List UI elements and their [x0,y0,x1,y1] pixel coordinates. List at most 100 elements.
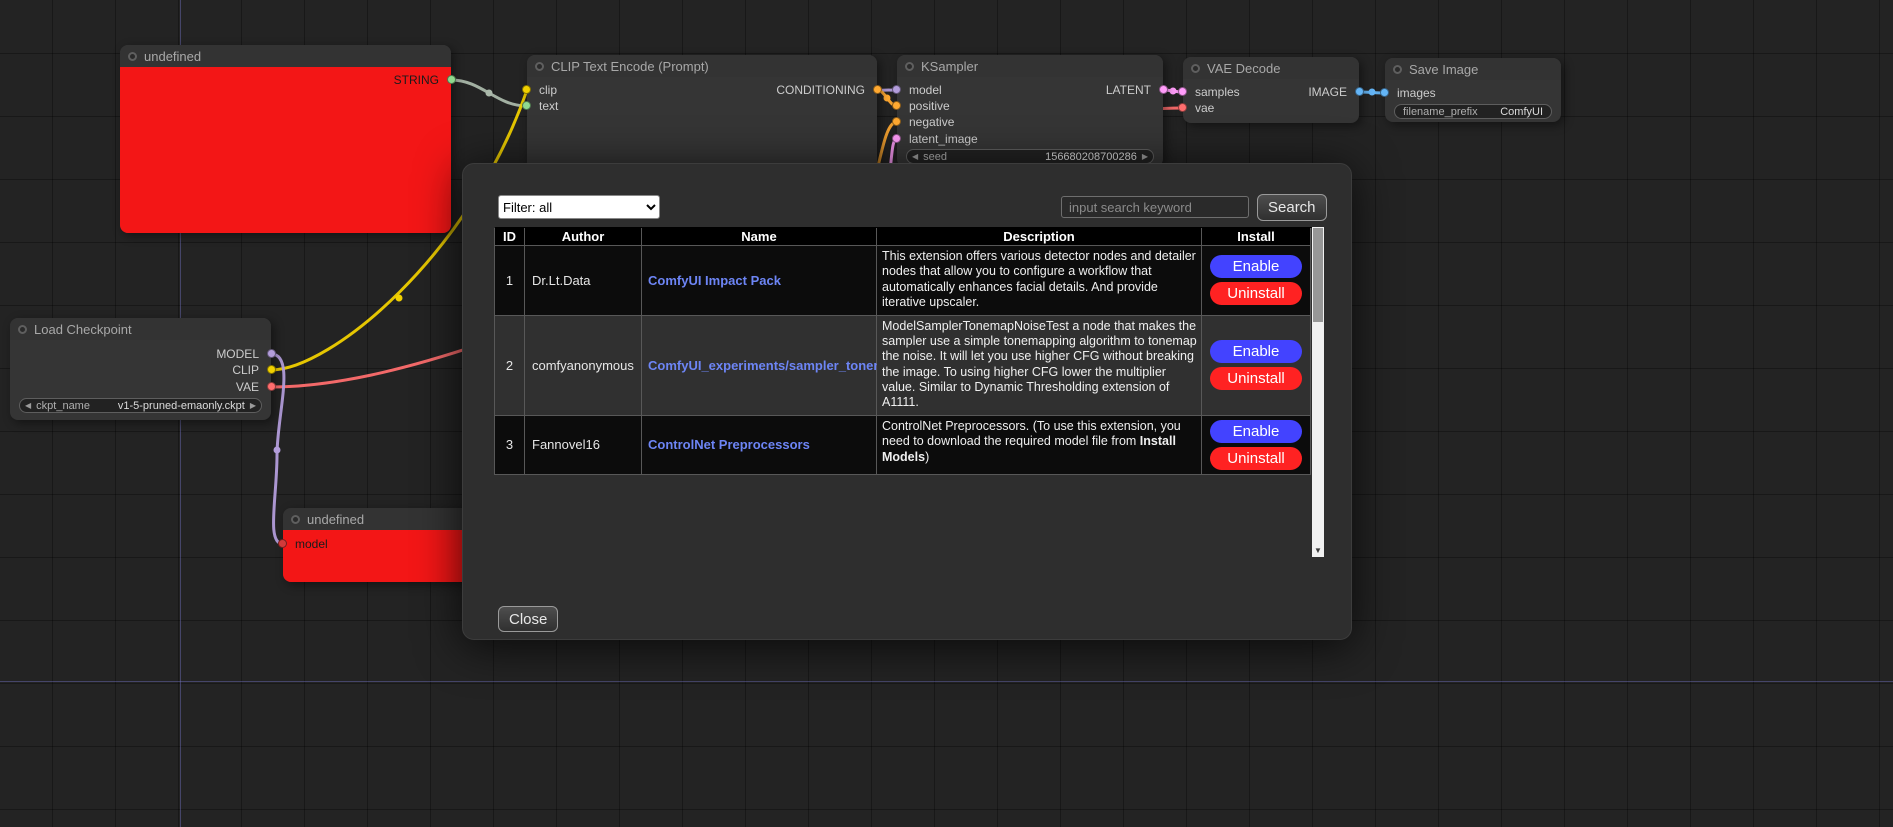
node-header[interactable]: VAE Decode [1183,57,1359,79]
table-row: 2 comfyanonymous ComfyUI_experiments/sam… [495,316,1312,416]
collapse-dot-icon[interactable] [905,62,914,71]
filter-select[interactable]: Filter: all [498,195,660,219]
slot-dot-negative[interactable] [892,117,901,126]
output-slot-conditioning: CONDITIONING [527,83,877,97]
extension-link[interactable]: ComfyUI_experiments/sampler_tonemap [648,358,900,373]
slot-dot-model[interactable] [278,539,287,548]
slot-dot-vae[interactable] [267,382,276,391]
graph-canvas[interactable]: undefined STRING CLIP Text Encode (Promp… [0,0,1893,827]
down-arrow-icon: ▼ [1314,546,1322,555]
node-title: VAE Decode [1207,61,1280,76]
output-slot-model: MODEL [10,347,271,361]
node-title: KSampler [921,59,978,74]
output-slot-string: STRING [120,73,451,87]
collapse-dot-icon[interactable] [291,515,300,524]
slot-dot-string[interactable] [447,75,456,84]
collapse-dot-icon[interactable] [1191,64,1200,73]
header-description: Description [877,228,1202,246]
input-slot-vae: vae [1183,101,1359,115]
scrollbar-thumb[interactable] [1313,228,1323,322]
cell-author: Dr.Lt.Data [525,246,642,316]
extension-table: ID Author Name Description Install 1 Dr.… [494,227,1312,475]
extension-link[interactable]: ComfyUI Impact Pack [648,273,781,288]
node-title: Save Image [1409,62,1478,77]
cell-description: ModelSamplerTonemapNoiseTest a node that… [877,316,1202,416]
node-vae-decode[interactable]: VAE Decode samples vae IMAGE [1183,57,1359,123]
cell-author: Fannovel16 [525,416,642,475]
output-slot-latent: LATENT [897,83,1163,97]
combo-right-arrow-icon[interactable]: ▶ [245,399,261,412]
extension-link[interactable]: ControlNet Preprocessors [648,437,810,452]
cell-description: ControlNet Preprocessors. (To use this e… [877,416,1202,475]
output-slot-clip: CLIP [10,363,271,377]
node-title: undefined [307,512,364,527]
link-dot [1369,89,1376,96]
node-header[interactable]: Load Checkpoint [10,318,271,340]
output-slot-image: IMAGE [1183,85,1359,99]
table-scrollbar[interactable]: ▼ [1312,227,1324,557]
node-undefined-string[interactable]: undefined STRING [120,45,451,233]
node-load-checkpoint[interactable]: Load Checkpoint MODEL CLIP VAE ◀ ckpt_na… [10,318,271,420]
slot-dot-images[interactable] [1380,88,1389,97]
link-dot [884,95,891,102]
node-title: undefined [144,49,201,64]
header-install: Install [1202,228,1311,246]
uninstall-button[interactable]: Uninstall [1210,447,1302,470]
enable-button[interactable]: Enable [1210,255,1302,278]
cell-id: 1 [495,246,525,316]
collapse-dot-icon[interactable] [1393,65,1402,74]
node-save-image[interactable]: Save Image images filename_prefix ComfyU… [1385,58,1561,122]
node-error-body [120,67,451,233]
slot-dot-image[interactable] [1355,87,1364,96]
cell-install: Enable Uninstall [1202,416,1311,475]
cell-id: 2 [495,316,525,416]
search-button[interactable]: Search [1257,194,1327,221]
cell-name: ComfyUI Impact Pack [642,246,877,316]
link-dot [396,295,403,302]
header-author: Author [525,228,642,246]
header-id: ID [495,228,525,246]
node-ksampler[interactable]: KSampler model positive negative latent_… [897,55,1163,167]
slot-dot-latent-image[interactable] [892,134,901,143]
enable-button[interactable]: Enable [1210,340,1302,363]
combo-left-arrow-icon[interactable]: ◀ [907,150,923,163]
collapse-dot-icon[interactable] [128,52,137,61]
link-dot [486,90,493,97]
node-header[interactable]: KSampler [897,55,1163,77]
node-title: Load Checkpoint [34,322,132,337]
node-header[interactable]: undefined [120,45,451,67]
slot-dot-model[interactable] [267,349,276,358]
input-slot-positive: positive [897,99,1163,113]
slot-dot-vae[interactable] [1178,103,1187,112]
close-button[interactable]: Close [498,606,558,632]
slot-dot-positive[interactable] [892,101,901,110]
input-slot-text: text [527,99,877,113]
uninstall-button[interactable]: Uninstall [1210,282,1302,305]
manager-dialog: Filter: all Search ID Author Name Descri… [462,163,1352,640]
node-header[interactable]: Save Image [1385,58,1561,80]
collapse-dot-icon[interactable] [535,62,544,71]
seed-widget[interactable]: ◀ seed 156680208700286 ▶ [906,149,1154,164]
filename-prefix-widget[interactable]: filename_prefix ComfyUI [1394,104,1552,119]
input-slot-latent-image: latent_image [897,132,1163,146]
cell-description: This extension offers various detector n… [877,246,1202,316]
cell-name: ComfyUI_experiments/sampler_tonemap [642,316,877,416]
enable-button[interactable]: Enable [1210,420,1302,443]
output-slot-vae: VAE [10,380,271,394]
collapse-dot-icon[interactable] [18,325,27,334]
input-slot-negative: negative [897,115,1163,129]
node-title: CLIP Text Encode (Prompt) [551,59,709,74]
search-input[interactable] [1061,196,1249,218]
table-row: 3 Fannovel16 ControlNet Preprocessors Co… [495,416,1312,475]
uninstall-button[interactable]: Uninstall [1210,367,1302,390]
slot-dot-clip[interactable] [267,365,276,374]
node-header[interactable]: CLIP Text Encode (Prompt) [527,55,877,77]
combo-right-arrow-icon[interactable]: ▶ [1137,150,1153,163]
ckpt-name-widget[interactable]: ◀ ckpt_name v1-5-pruned-emaonly.ckpt ▶ [19,398,262,413]
slot-dot-text[interactable] [522,101,531,110]
combo-left-arrow-icon[interactable]: ◀ [20,399,36,412]
scroll-down-button[interactable]: ▼ [1312,544,1324,557]
slot-dot-conditioning[interactable] [873,85,882,94]
slot-dot-latent[interactable] [1159,85,1168,94]
header-name: Name [642,228,877,246]
